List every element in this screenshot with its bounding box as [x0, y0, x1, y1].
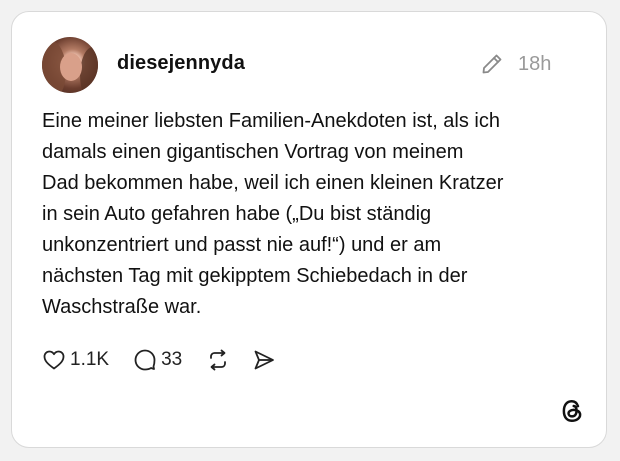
heart-icon — [43, 350, 65, 370]
like-count: 1.1K — [70, 349, 110, 370]
pencil-icon[interactable] — [480, 52, 504, 76]
avatar[interactable] — [42, 37, 98, 93]
comment-icon — [134, 349, 156, 371]
share-button[interactable] — [252, 348, 276, 372]
comment-count: 33 — [161, 349, 183, 370]
post-card: diesejennyda 18h Eine meiner liebsten Fa… — [11, 11, 607, 448]
send-icon — [254, 350, 275, 370]
repost-button[interactable] — [206, 348, 230, 372]
like-button[interactable]: 1.1K — [42, 348, 109, 372]
post-text: Eine meiner liebsten Familien-Anekdoten … — [42, 110, 504, 318]
threads-logo — [562, 400, 582, 422]
avatar-hair-right — [80, 47, 98, 93]
avatar-face — [60, 53, 82, 81]
comment-button[interactable]: 33 — [133, 348, 182, 372]
username[interactable]: diesejennyda — [117, 52, 245, 75]
repost-icon — [210, 349, 227, 371]
action-bar: 1.1K 33 — [42, 347, 276, 373]
post-time: 18h — [518, 53, 552, 75]
